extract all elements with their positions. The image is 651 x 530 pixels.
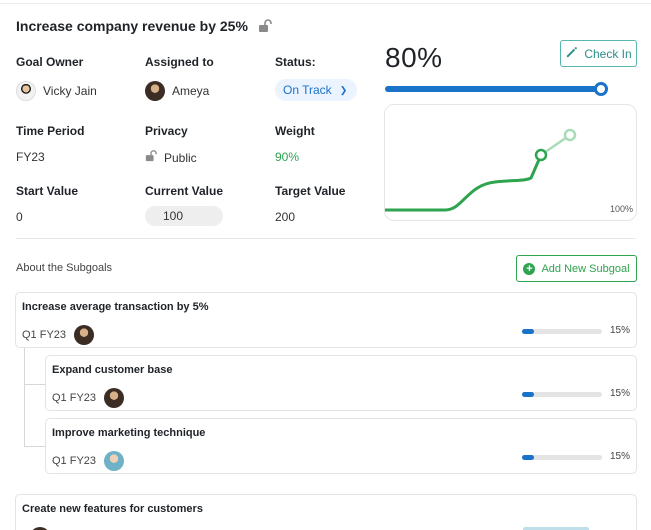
subgoal-percent: 15% (609, 325, 630, 336)
lock-open-icon (145, 150, 157, 165)
status-dropdown[interactable]: On Track ❯ (275, 79, 358, 101)
tree-connector (24, 348, 25, 446)
privacy-value-row: Public (145, 150, 197, 165)
assigned-to-field: Assigned to Ameya (145, 55, 214, 101)
subgoal-progress-bar (522, 455, 602, 460)
weight-field: Weight 90% (275, 124, 315, 164)
subgoal-percent: 15% (609, 388, 630, 399)
check-in-button[interactable]: Check In (560, 40, 637, 67)
subgoal-title: Expand customer base (52, 364, 173, 376)
subgoal-progress-fill (522, 392, 534, 397)
weight-label: Weight (275, 124, 315, 138)
subgoal-title: Create new features for customers (22, 503, 203, 515)
subgoal-progress-fill (522, 455, 534, 460)
trend-chart-svg (385, 128, 577, 212)
avatar (16, 81, 36, 101)
start-value-field: Start Value 0 (16, 184, 78, 224)
subgoal-meta: Q1 FY23 (52, 451, 125, 471)
avatar (74, 325, 95, 345)
time-period-value: FY23 (16, 150, 45, 164)
tree-connector (24, 446, 45, 447)
target-value-label: Target Value (275, 184, 346, 198)
add-subgoal-button[interactable]: + Add New Subgoal (516, 255, 637, 282)
pencil-icon (565, 46, 578, 62)
avatar (145, 81, 165, 101)
section-divider (16, 238, 636, 239)
target-value-value: 200 (275, 210, 296, 224)
subgoal-meta: Q1 FY23 (52, 388, 125, 408)
subgoal-title: Improve marketing technique (52, 427, 206, 439)
status-field: Status: On Track ❯ (275, 55, 358, 101)
trend-target-point (563, 128, 577, 142)
trend-current-point (534, 148, 548, 162)
privacy-field: Privacy Public (145, 124, 197, 165)
subgoal-percent: 15% (609, 451, 630, 462)
avatar (104, 388, 125, 408)
trend-line (385, 154, 543, 212)
current-value-input[interactable]: 100 (145, 206, 224, 226)
subgoal-card[interactable]: Create new features for customers (15, 494, 637, 530)
subgoal-meta: Q1 FY23 (22, 325, 95, 345)
subgoal-title: Increase average transaction by 5% (22, 301, 209, 313)
weight-value: 90% (275, 150, 300, 164)
current-value-field: Current Value 100 (145, 184, 224, 226)
avatar (104, 451, 125, 471)
time-period-field: Time Period FY23 (16, 124, 84, 164)
tree-connector (24, 384, 45, 385)
goal-owner-field: Goal Owner Vicky Jain (16, 55, 97, 101)
chart-max-label: 100% (609, 204, 633, 214)
subgoal-progress-bar (522, 392, 602, 397)
progress-handle[interactable] (593, 82, 608, 96)
status-label: Status: (275, 55, 316, 69)
progress-trend-chart: 100% (384, 104, 637, 221)
subgoal-progress-bar (522, 329, 602, 334)
subgoal-card[interactable]: Improve marketing technique Q1 FY23 15% (45, 418, 637, 474)
goal-title-text: Increase company revenue by 25% (16, 18, 248, 34)
subgoal-period: Q1 FY23 (52, 455, 97, 467)
plus-circle-icon: + (523, 262, 536, 275)
progress-fill (385, 86, 601, 92)
time-period-label: Time Period (16, 124, 85, 138)
goal-title: Increase company revenue by 25% (16, 18, 272, 34)
goal-owner-name: Vicky Jain (43, 84, 97, 98)
assigned-to-name: Ameya (172, 84, 210, 98)
subgoal-progress-fill (522, 329, 534, 334)
subgoal-card[interactable]: Increase average transaction by 5% Q1 FY… (15, 292, 637, 348)
subgoal-period: Q1 FY23 (22, 329, 67, 341)
subgoals-heading: About the Subgoals (16, 262, 113, 274)
assigned-to-value-row: Ameya (145, 81, 214, 101)
progress-slider[interactable] (385, 82, 608, 96)
start-value-value: 0 (16, 210, 23, 224)
lock-open-icon[interactable] (258, 19, 272, 33)
status-value: On Track (283, 83, 332, 97)
goal-owner-value-row: Vicky Jain (16, 81, 97, 101)
privacy-label: Privacy (145, 124, 188, 138)
progress-percent: 80% (385, 42, 443, 73)
goal-owner-label: Goal Owner (16, 55, 84, 69)
target-value-field: Target Value 200 (275, 184, 345, 224)
assigned-to-label: Assigned to (145, 55, 214, 69)
top-border (0, 0, 651, 4)
start-value-label: Start Value (16, 184, 79, 198)
chevron-down-icon: ❯ (339, 84, 348, 95)
add-subgoal-label: Add New Subgoal (541, 262, 630, 275)
check-in-label: Check In (584, 46, 632, 61)
current-value-label: Current Value (145, 184, 224, 198)
privacy-value: Public (164, 150, 197, 165)
subgoal-card[interactable]: Expand customer base Q1 FY23 15% (45, 355, 637, 411)
subgoal-period: Q1 FY23 (52, 392, 97, 404)
